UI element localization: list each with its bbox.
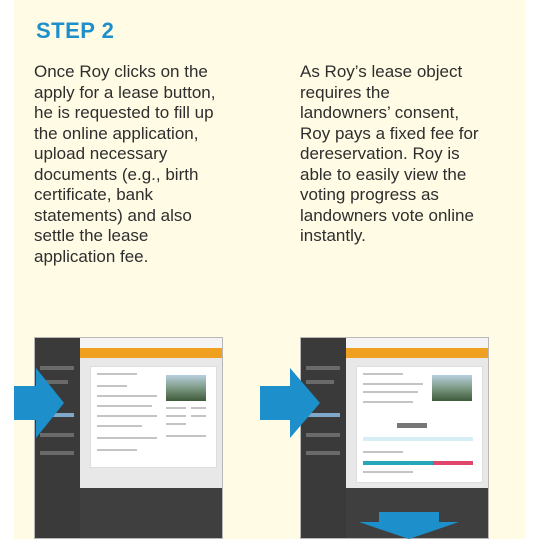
notice-bar [363, 437, 473, 441]
detail-line [191, 415, 206, 417]
detail-line [166, 407, 186, 409]
vote-progress-yes [363, 461, 433, 465]
card-line [363, 401, 413, 403]
form-heading-line [97, 373, 137, 375]
detail-line [166, 423, 186, 425]
form-line [97, 425, 142, 427]
arrow-right-icon [14, 368, 64, 438]
form-line [97, 405, 152, 407]
card-line [363, 383, 423, 385]
voting-heading-line [363, 451, 403, 453]
pay-button-shape [397, 423, 427, 428]
step-description-left: Once Roy clicks on the apply for a lease… [34, 62, 216, 266]
sidebar-nav-item [40, 451, 74, 455]
arrow-down-icon [359, 512, 459, 539]
detail-line [191, 407, 206, 409]
form-line [97, 437, 157, 439]
form-line [97, 385, 127, 387]
application-form-card [90, 366, 217, 468]
detail-line [166, 415, 186, 417]
property-photo [432, 375, 472, 401]
sidebar-nav-item [306, 451, 340, 455]
step-description-right: As Roy’s lease object requires the lando… [300, 62, 479, 245]
voting-card [356, 366, 483, 483]
app-footer-dark [80, 488, 222, 538]
voting-line [363, 471, 413, 473]
form-line [97, 449, 137, 451]
form-line [97, 395, 157, 397]
step-panel: STEP 2 Once Roy clicks on the apply for … [14, 0, 525, 539]
card-line [363, 391, 418, 393]
screenshot-voting-progress [300, 337, 489, 539]
property-photo [166, 375, 206, 401]
form-line [97, 415, 157, 417]
detail-line [166, 435, 206, 437]
card-heading-line [363, 373, 403, 375]
step-title: STEP 2 [36, 18, 115, 43]
vote-progress-no [433, 461, 473, 465]
arrow-right-icon [260, 368, 320, 438]
